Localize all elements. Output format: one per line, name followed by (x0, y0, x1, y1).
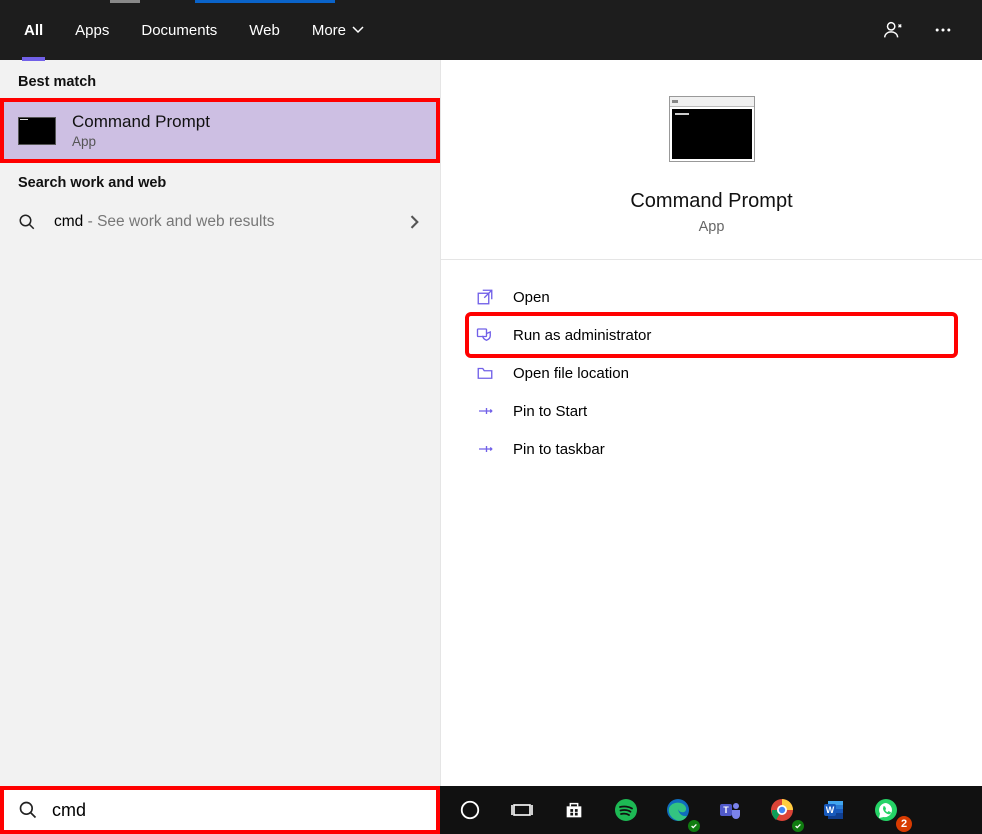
shield-admin-icon (475, 325, 495, 345)
web-result-text: cmd - See work and web results (54, 213, 275, 231)
action-open[interactable]: Open (469, 278, 954, 316)
taskbar-word-icon[interactable]: W (810, 786, 858, 834)
status-check-icon (688, 820, 700, 832)
search-input-bar[interactable] (0, 786, 440, 834)
taskbar-cortana-icon[interactable] (446, 786, 494, 834)
action-pin-to-taskbar[interactable]: Pin to taskbar (469, 430, 954, 468)
pin-taskbar-icon (475, 439, 495, 459)
taskbar-spotify-icon[interactable] (602, 786, 650, 834)
search-input[interactable] (52, 800, 422, 821)
taskbar-teams-icon[interactable]: T (706, 786, 754, 834)
preview-app-icon (669, 96, 755, 162)
action-run-as-admin-label: Run as administrator (513, 327, 651, 344)
tab-all[interactable]: All (8, 0, 59, 60)
tab-apps-label: Apps (75, 22, 109, 39)
tab-more-label: More (312, 22, 346, 39)
action-open-file-location[interactable]: Open file location (469, 354, 954, 392)
tab-documents-label: Documents (141, 22, 217, 39)
best-match-title: Command Prompt (72, 112, 210, 132)
notification-badge: 2 (896, 816, 912, 832)
best-match-subtitle: App (72, 134, 210, 149)
search-icon (18, 213, 40, 231)
preview-actions: Open Run as administrator Ope (441, 260, 982, 486)
windows-search-panel: All Apps Documents Web More Best match (0, 0, 982, 834)
web-result-row[interactable]: cmd - See work and web results (0, 201, 440, 243)
taskbar: T W 2 (440, 786, 982, 834)
open-icon (475, 287, 495, 307)
taskbar-edge-icon[interactable] (654, 786, 702, 834)
tab-more[interactable]: More (296, 0, 380, 60)
pin-icon (475, 401, 495, 421)
web-result-suffix: - See work and web results (83, 213, 274, 230)
svg-text:T: T (723, 805, 729, 815)
web-result-term: cmd (54, 213, 83, 230)
more-options-icon[interactable] (932, 19, 954, 41)
tab-all-label: All (24, 22, 43, 39)
action-pin-to-start[interactable]: Pin to Start (469, 392, 954, 430)
search-header: All Apps Documents Web More (0, 0, 982, 60)
best-match-result[interactable]: Command Prompt App (2, 100, 438, 161)
tab-web[interactable]: Web (233, 0, 296, 60)
action-open-file-location-label: Open file location (513, 365, 629, 382)
folder-icon (475, 363, 495, 383)
action-pin-to-start-label: Pin to Start (513, 403, 587, 420)
best-match-text: Command Prompt App (72, 112, 210, 149)
action-open-label: Open (513, 289, 550, 306)
chevron-right-icon (408, 215, 422, 229)
search-icon (18, 800, 38, 820)
taskbar-taskview-icon[interactable] (498, 786, 546, 834)
svg-text:W: W (826, 805, 835, 815)
best-match-heading: Best match (0, 60, 440, 100)
taskbar-store-icon[interactable] (550, 786, 598, 834)
chevron-down-icon (352, 24, 364, 36)
preview-header: Command Prompt App (441, 60, 982, 260)
account-icon[interactable] (882, 19, 904, 41)
taskbar-chrome-icon[interactable] (758, 786, 806, 834)
work-web-heading: Search work and web (0, 161, 440, 201)
preview-subtitle: App (699, 219, 725, 235)
search-body: Best match Command Prompt App Search wor… (0, 60, 982, 834)
results-pane: Best match Command Prompt App Search wor… (0, 60, 440, 834)
tab-apps[interactable]: Apps (59, 0, 125, 60)
action-run-as-admin[interactable]: Run as administrator (469, 316, 954, 354)
command-prompt-icon (18, 117, 56, 145)
tab-web-label: Web (249, 22, 280, 39)
action-pin-to-taskbar-label: Pin to taskbar (513, 441, 605, 458)
tab-documents[interactable]: Documents (125, 0, 233, 60)
header-accent (0, 0, 982, 3)
preview-pane: Command Prompt App Open (440, 60, 982, 834)
preview-title: Command Prompt (630, 190, 792, 213)
taskbar-whatsapp-icon[interactable]: 2 (862, 786, 910, 834)
status-check-icon (792, 820, 804, 832)
